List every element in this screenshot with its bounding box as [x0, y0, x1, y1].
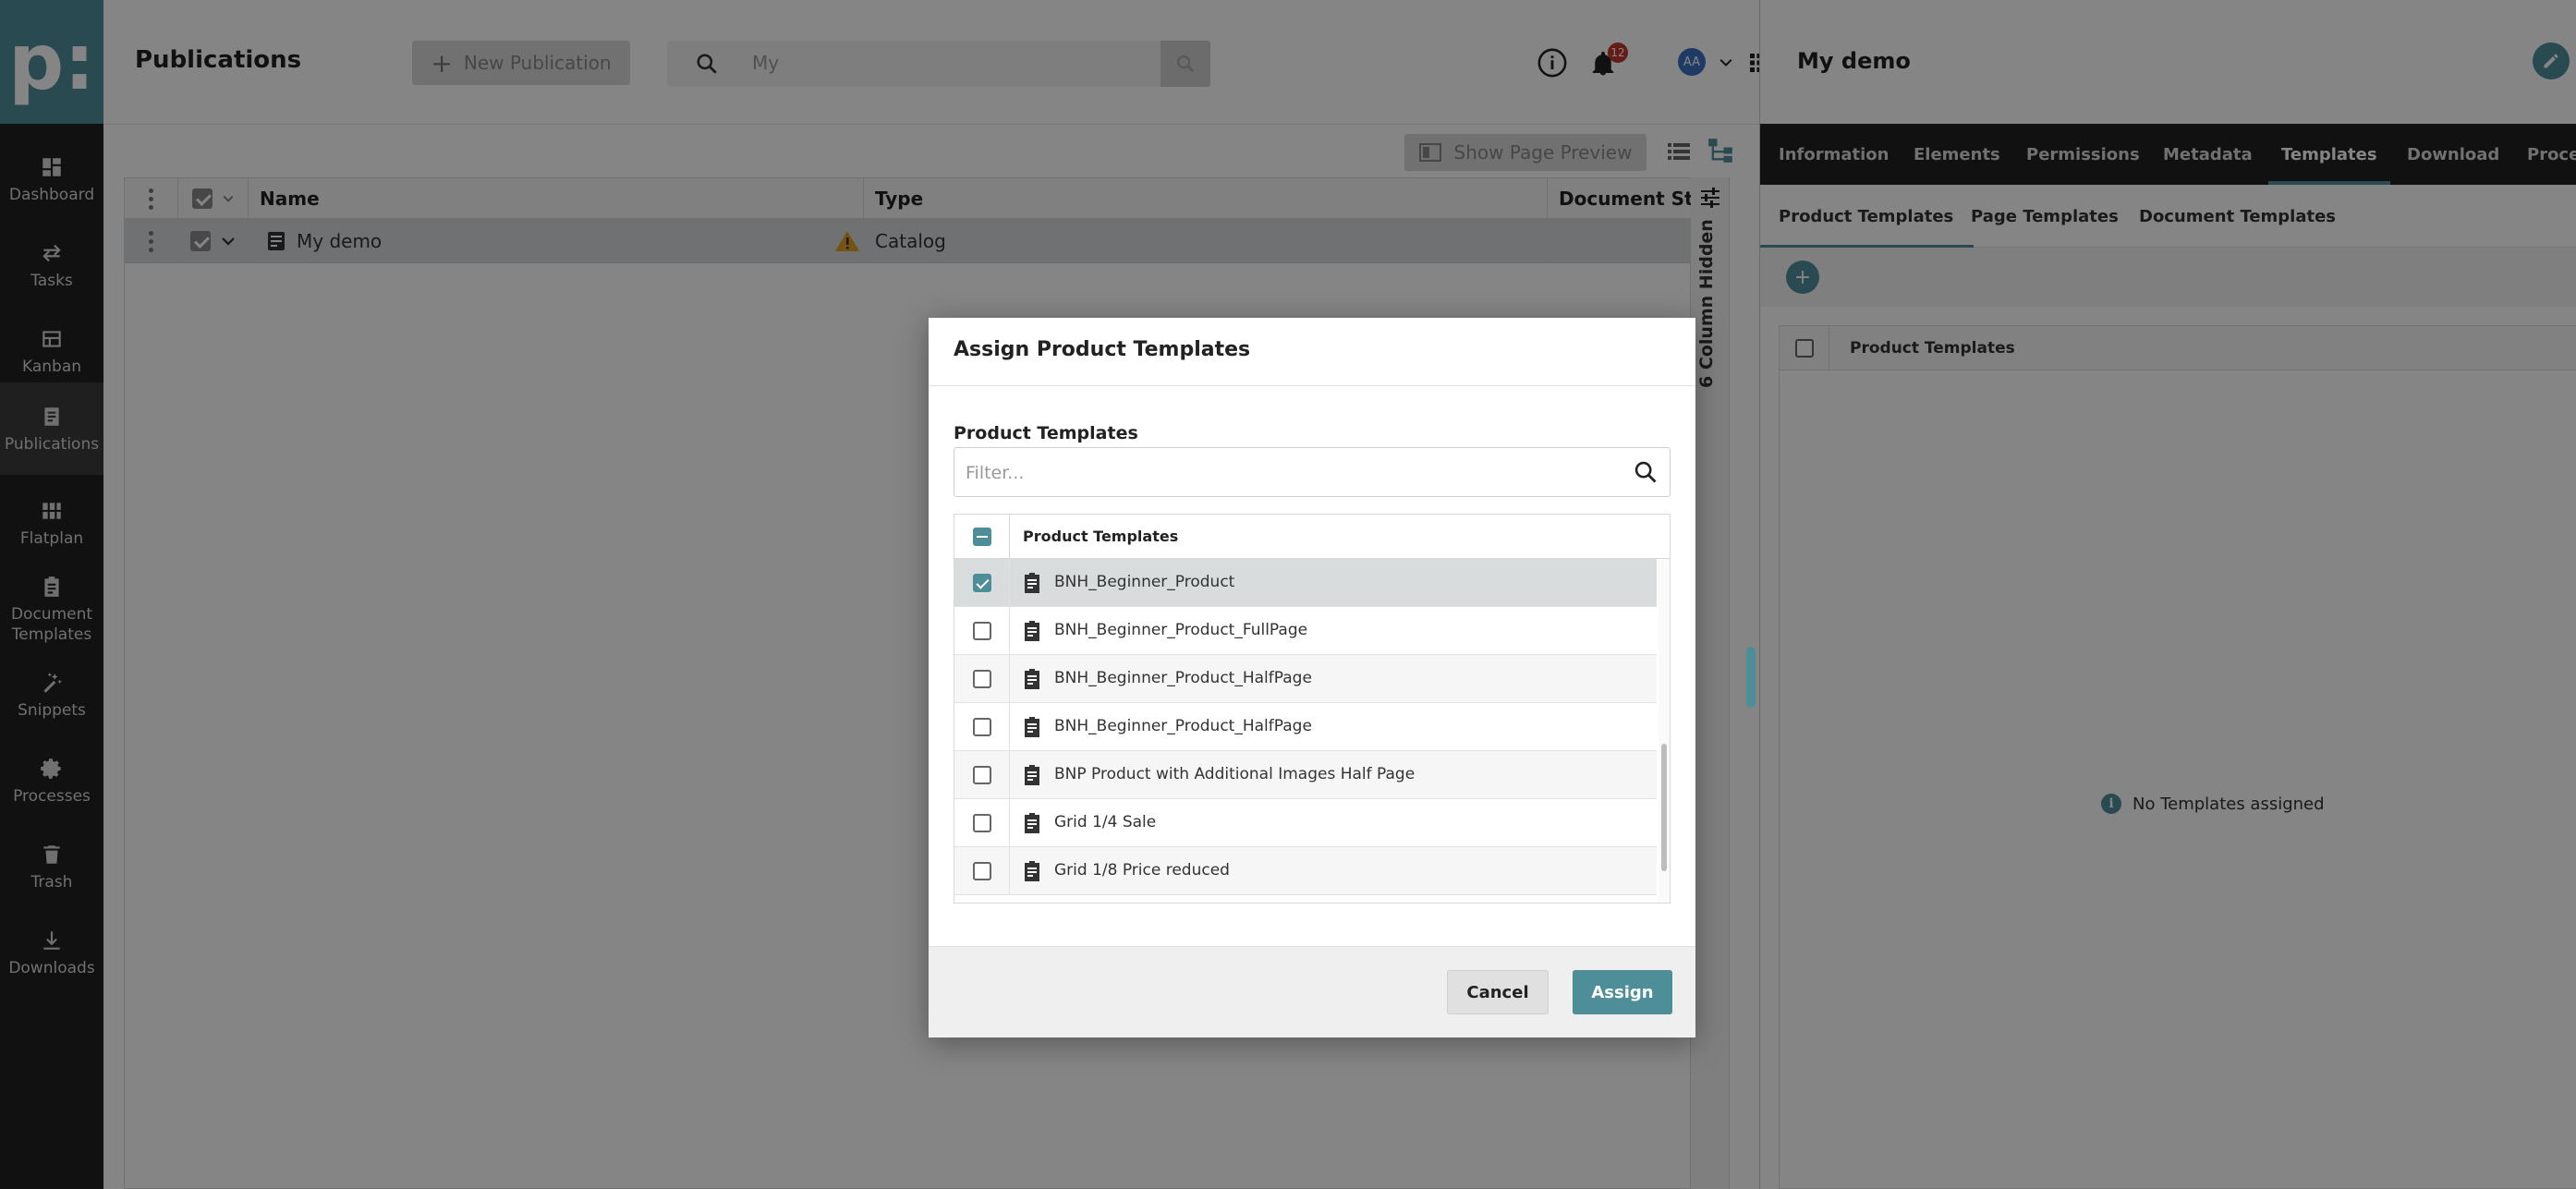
template-name: Grid 1/4 Sale: [1054, 813, 1157, 831]
list-scrollbar[interactable]: [1659, 559, 1670, 903]
scrollbar-thumb[interactable]: [1661, 744, 1667, 871]
template-icon: [1025, 573, 1039, 593]
template-icon: [1025, 717, 1039, 737]
list-item[interactable]: BNH_Beginner_Product_FullPage: [954, 607, 1657, 655]
template-name: BNH_Beginner_Product_FullPage: [1054, 621, 1308, 639]
assign-button[interactable]: Assign: [1573, 970, 1672, 1014]
template-name: BNH_Beginner_Product_HalfPage: [1054, 717, 1312, 735]
list-item[interactable]: BNH_Beginner_Product_HalfPage: [954, 655, 1657, 703]
checkbox-icon: [972, 574, 991, 592]
row-checkbox[interactable]: [954, 607, 1010, 655]
cancel-button[interactable]: Cancel: [1447, 970, 1549, 1014]
list-item[interactable]: Grid 1/4 Sale: [954, 799, 1657, 847]
template-rows: BNH_Beginner_Product BNH_Beginner_Produc…: [954, 524, 1657, 895]
checkbox-icon: [972, 862, 991, 880]
dialog-header: Assign Product Templates: [929, 318, 1695, 386]
row-checkbox[interactable]: [954, 751, 1010, 799]
template-icon: [1025, 861, 1039, 881]
panel-resize-handle[interactable]: [1746, 647, 1756, 708]
template-name: BNP Product with Additional Images Half …: [1054, 765, 1416, 783]
filter-field[interactable]: [954, 447, 1671, 497]
list-item[interactable]: Grid 1/8 Price reduced: [954, 847, 1657, 895]
assign-product-templates-dialog: Assign Product Templates Product Templat…: [929, 318, 1695, 1037]
row-checkbox[interactable]: [954, 559, 1010, 607]
row-checkbox[interactable]: [954, 799, 1010, 847]
checkbox-icon: [972, 670, 991, 688]
checkbox-icon: [972, 766, 991, 784]
template-name: Grid 1/8 Price reduced: [1054, 861, 1230, 880]
section-label: Product Templates: [954, 423, 1138, 443]
templates-list: Product Templates BNH_Beginner_Product B…: [954, 514, 1671, 904]
checkbox-icon: [972, 622, 991, 640]
template-icon: [1025, 765, 1039, 785]
list-item[interactable]: BNH_Beginner_Product_HalfPage: [954, 703, 1657, 751]
dialog-footer: Cancel Assign: [929, 946, 1695, 1037]
dialog-title: Assign Product Templates: [954, 338, 1251, 361]
filter-input[interactable]: [966, 459, 1612, 487]
list-header: Product Templates: [954, 515, 1670, 559]
search-icon[interactable]: [1633, 459, 1659, 485]
row-checkbox[interactable]: [954, 655, 1010, 703]
checkbox-icon: [972, 718, 991, 736]
template-icon: [1025, 669, 1039, 689]
row-checkbox[interactable]: [954, 847, 1010, 895]
row-checkbox[interactable]: [954, 703, 1010, 751]
checkbox-icon: [972, 814, 991, 832]
list-item[interactable]: BNH_Beginner_Product: [954, 559, 1657, 607]
column-header-product-templates: Product Templates: [1023, 528, 1179, 545]
list-item[interactable]: BNP Product with Additional Images Half …: [954, 751, 1657, 799]
template-name: BNH_Beginner_Product_HalfPage: [1054, 669, 1312, 687]
indeterminate-checkbox-icon: [972, 528, 991, 546]
template-icon: [1025, 813, 1039, 833]
select-all-checkbox[interactable]: [954, 515, 1010, 559]
template-name: BNH_Beginner_Product: [1054, 573, 1235, 591]
template-icon: [1025, 621, 1039, 641]
